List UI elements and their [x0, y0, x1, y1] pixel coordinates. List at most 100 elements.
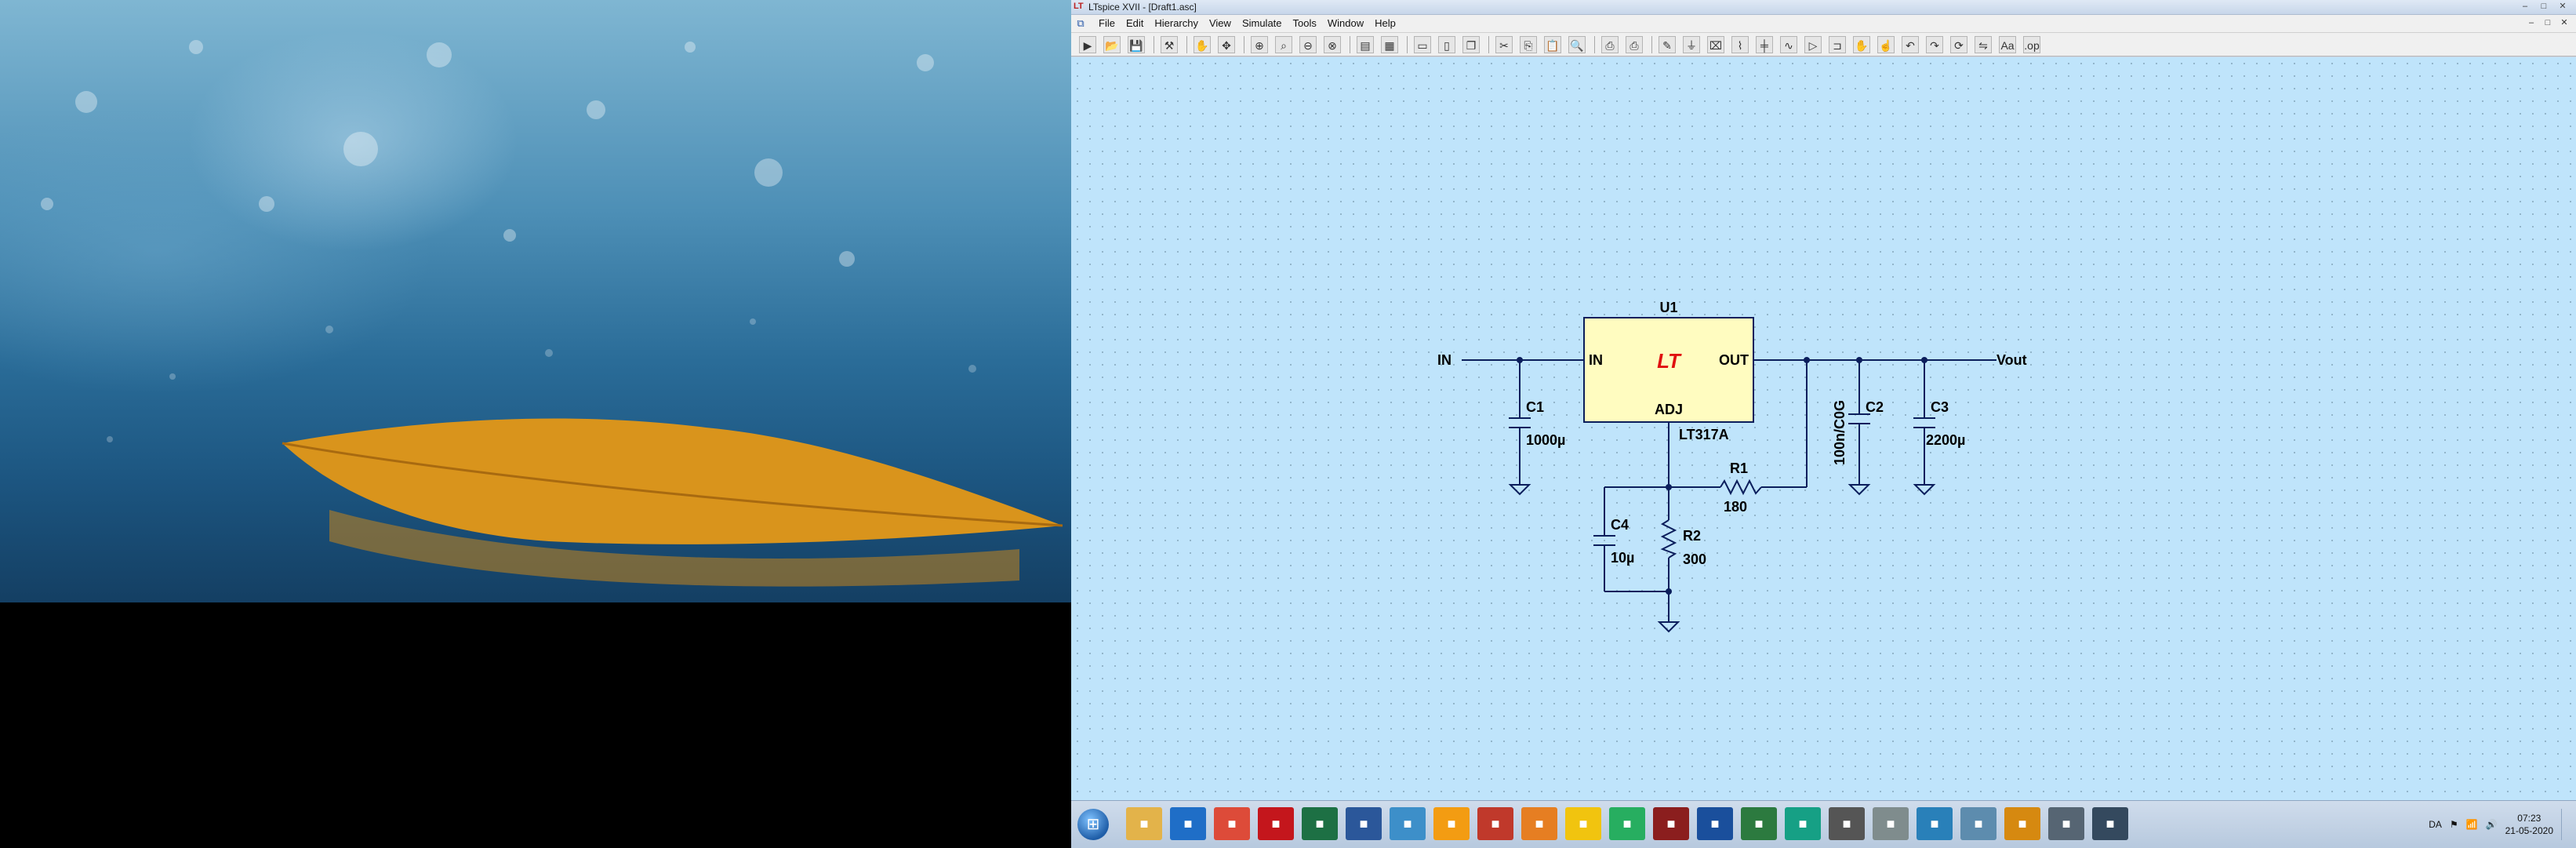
paste-icon[interactable]: 📋 — [1544, 35, 1561, 53]
redo-icon[interactable]: ↷ — [1926, 35, 1943, 53]
app-icon[interactable]: ■ — [1609, 807, 1645, 840]
show-desktop-button[interactable] — [2561, 809, 2570, 840]
outlook-icon[interactable]: ■ — [1170, 807, 1206, 840]
app-icon[interactable]: ■ — [1477, 807, 1513, 840]
rotate-icon[interactable]: ⟳ — [1950, 35, 1967, 53]
r2-ref-label: R2 — [1683, 528, 1701, 544]
ltspice-icon[interactable]: ■ — [1653, 807, 1689, 840]
menu-hierarchy[interactable]: Hierarchy — [1149, 15, 1204, 32]
chrome-icon[interactable]: ■ — [1214, 807, 1250, 840]
cut-icon[interactable]: ✂ — [1495, 35, 1513, 53]
print-preview-icon[interactable]: ⎙ — [1626, 35, 1643, 53]
resistor-icon[interactable]: ⌇ — [1731, 35, 1749, 53]
app-icon[interactable]: ■ — [2092, 807, 2128, 840]
acrobat-icon[interactable]: ■ — [1258, 807, 1294, 840]
app-icon[interactable]: ■ — [1873, 807, 1909, 840]
word-icon[interactable]: ■ — [1346, 807, 1382, 840]
ltspice-window: LT LTspice XVII - [Draft1.asc] – □ ✕ ⧉ F… — [1071, 0, 2576, 848]
bulb-icon[interactable]: ■ — [1565, 807, 1601, 840]
zoom-cancel-icon[interactable]: ⊗ — [1324, 35, 1341, 53]
doc-restore-button[interactable]: □ — [2541, 17, 2555, 29]
doc-close-button[interactable]: ✕ — [2557, 17, 2571, 29]
copy-icon[interactable]: ⎘ — [1520, 35, 1537, 53]
mark-icon[interactable]: ▦ — [1381, 35, 1398, 53]
app-icon[interactable]: ■ — [1741, 807, 1777, 840]
open-icon[interactable]: 📂 — [1103, 35, 1121, 53]
pen-icon[interactable]: ■ — [1390, 807, 1426, 840]
r1-value-label: 180 — [1724, 499, 1747, 515]
tile-vertical-icon[interactable]: ▯ — [1438, 35, 1455, 53]
menu-edit[interactable]: Edit — [1121, 15, 1149, 32]
net-vout-label: Vout — [1996, 352, 2027, 368]
app-icon[interactable]: ■ — [1960, 807, 1996, 840]
close-button[interactable]: ✕ — [2554, 1, 2571, 13]
menu-tools[interactable]: Tools — [1288, 15, 1322, 32]
mirror-icon[interactable]: ⇋ — [1975, 35, 1992, 53]
save-icon[interactable]: 💾 — [1128, 35, 1145, 53]
label-icon[interactable]: ⌧ — [1707, 35, 1724, 53]
app-icon[interactable]: ■ — [1433, 807, 1470, 840]
schematic-canvas[interactable]: LT U1 IN OUT ADJ LT317A IN Vout C1 1000µ… — [1071, 57, 2576, 800]
u1-pin-out-label: OUT — [1719, 352, 1749, 368]
find-icon[interactable]: 🔍 — [1568, 35, 1586, 53]
menu-simulate[interactable]: Simulate — [1237, 15, 1288, 32]
maximize-button[interactable]: □ — [2535, 1, 2552, 13]
spice-directive-icon[interactable]: .op — [2023, 35, 2040, 53]
print-icon[interactable]: ⎙ — [1601, 35, 1619, 53]
zoom-fit-icon[interactable]: ⌕ — [1275, 35, 1292, 53]
c1-ref-label: C1 — [1526, 399, 1544, 415]
diode-icon[interactable]: ▷ — [1804, 35, 1822, 53]
app-icon[interactable]: ■ — [1697, 807, 1733, 840]
cascade-icon[interactable]: ❐ — [1462, 35, 1480, 53]
zoom-in-icon[interactable]: ⊕ — [1251, 35, 1268, 53]
clock[interactable]: 07:23 21-05-2020 — [2505, 812, 2553, 837]
r2-resistor[interactable] — [1660, 519, 1677, 559]
run-icon[interactable]: ▶ — [1079, 35, 1096, 53]
title-bar[interactable]: LT LTspice XVII - [Draft1.asc] – □ ✕ — [1071, 0, 2576, 15]
language-indicator[interactable]: DA — [2429, 819, 2442, 830]
app-icon[interactable]: ■ — [1917, 807, 1953, 840]
app-icon[interactable]: ■ — [1785, 807, 1821, 840]
c3-value-label: 2200µ — [1926, 432, 1965, 448]
explorer-icon[interactable]: ■ — [1126, 807, 1162, 840]
zoom-out-icon[interactable]: ⊖ — [1299, 35, 1317, 53]
menu-view[interactable]: View — [1204, 15, 1237, 32]
c2-value-label: 100n/C0G — [1832, 400, 1848, 465]
wire-icon[interactable]: ✎ — [1659, 35, 1676, 53]
menu-bar: ⧉ File Edit Hierarchy View Simulate Tool… — [1071, 15, 2576, 33]
component-icon[interactable]: ⊐ — [1829, 35, 1846, 53]
move-icon[interactable]: ✋ — [1853, 35, 1870, 53]
u1-pin-adj-label: ADJ — [1655, 402, 1683, 417]
empty-desktop-area — [0, 602, 1071, 847]
document-icon[interactable]: ⧉ — [1074, 17, 1087, 30]
pan-icon[interactable]: ✥ — [1218, 35, 1235, 53]
menu-help[interactable]: Help — [1369, 15, 1401, 32]
app-icon[interactable]: ■ — [2004, 807, 2040, 840]
flag-icon[interactable]: ⚑ — [2450, 819, 2458, 830]
u1-pin-in-label: IN — [1589, 352, 1603, 368]
autorange-icon[interactable]: ▤ — [1357, 35, 1374, 53]
drag-icon[interactable]: ☝ — [1877, 35, 1895, 53]
r2-value-label: 300 — [1683, 551, 1706, 567]
excel-icon[interactable]: ■ — [1302, 807, 1338, 840]
app-icon[interactable]: ■ — [1521, 807, 1557, 840]
leaf-on-water-image — [41, 40, 1063, 587]
ground-icon[interactable]: ⏚ — [1683, 35, 1700, 53]
tile-horizontal-icon[interactable]: ▭ — [1414, 35, 1431, 53]
halt-icon[interactable]: ✋ — [1194, 35, 1211, 53]
undo-icon[interactable]: ↶ — [1902, 35, 1919, 53]
network-icon[interactable]: 📶 — [2466, 819, 2478, 830]
control-panel-icon[interactable]: ⚒ — [1161, 35, 1178, 53]
inductor-icon[interactable]: ∿ — [1780, 35, 1797, 53]
doc-minimize-button[interactable]: – — [2524, 17, 2538, 29]
menu-window[interactable]: Window — [1322, 15, 1369, 32]
r1-resistor[interactable] — [1720, 479, 1762, 496]
volume-icon[interactable]: 🔊 — [2486, 819, 2498, 830]
capacitor-icon[interactable]: ╪ — [1756, 35, 1773, 53]
minimize-button[interactable]: – — [2516, 1, 2534, 13]
menu-file[interactable]: File — [1093, 15, 1121, 32]
text-icon[interactable]: Aa — [1999, 35, 2016, 53]
app-icon[interactable]: ■ — [1829, 807, 1865, 840]
start-button[interactable]: ⊞ — [1077, 809, 1109, 840]
app-icon[interactable]: ■ — [2048, 807, 2084, 840]
